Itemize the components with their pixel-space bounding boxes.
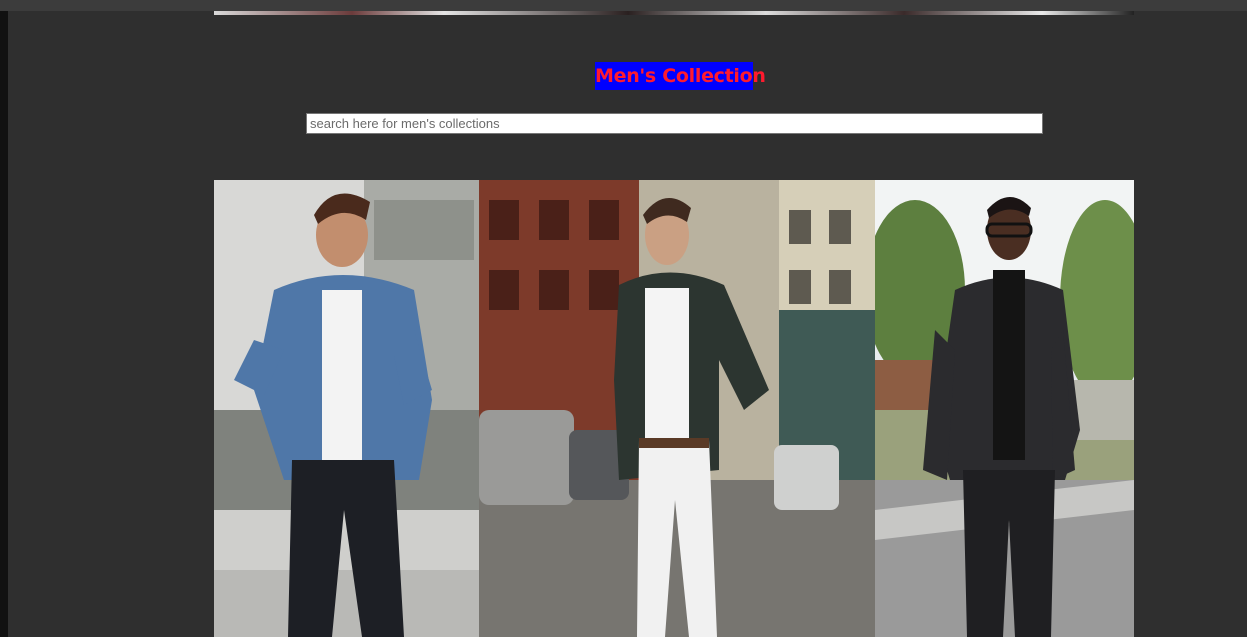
banner-image-strip xyxy=(214,11,1134,15)
gallery-photo-denim-jacket[interactable] xyxy=(214,180,479,637)
search-input[interactable] xyxy=(306,113,1043,134)
photo-denim-jacket-image xyxy=(214,180,479,637)
product-gallery xyxy=(214,180,1134,637)
gallery-photo-white-jeans[interactable] xyxy=(479,180,875,637)
gallery-photo-black-outfit[interactable] xyxy=(875,180,1134,637)
photo-black-outfit-image xyxy=(875,180,1134,637)
window-left-edge xyxy=(0,11,8,637)
photo-white-jeans-image xyxy=(479,180,875,637)
page-title: Men's Collection xyxy=(595,62,766,90)
browser-top-bar xyxy=(0,0,1247,11)
